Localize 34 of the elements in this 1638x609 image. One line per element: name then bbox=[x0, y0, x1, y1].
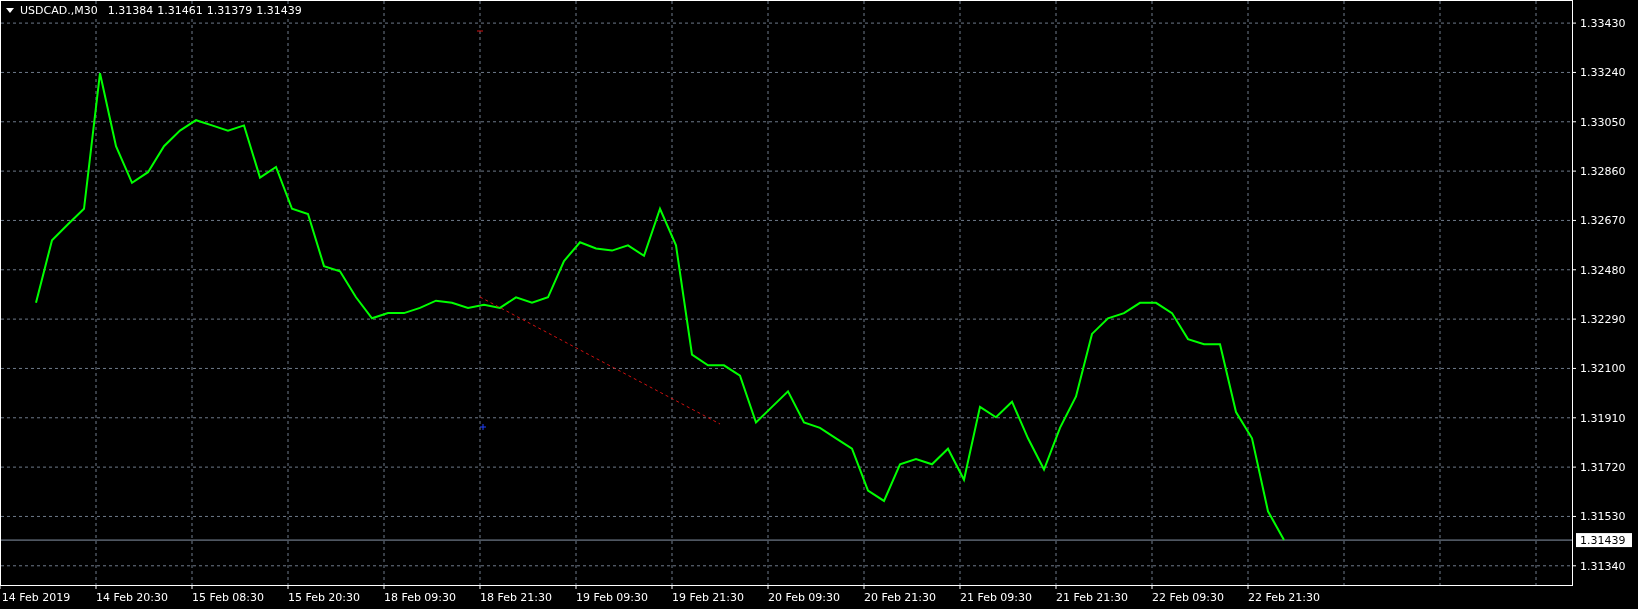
dropdown-triangle-icon[interactable] bbox=[6, 8, 14, 13]
price-axis-label: 1.31910 bbox=[1580, 411, 1626, 425]
quote-value: 1.31384 bbox=[107, 4, 154, 17]
price-axis-label: 1.31530 bbox=[1580, 510, 1626, 524]
time-axis-label: 18 Feb 09:30 bbox=[383, 591, 457, 604]
current-price-label: 1.31439 bbox=[1576, 533, 1632, 548]
time-axis-label: 21 Feb 09:30 bbox=[959, 591, 1033, 604]
time-axis-label: 19 Feb 09:30 bbox=[575, 591, 649, 604]
time-axis-label: 15 Feb 08:30 bbox=[191, 591, 265, 604]
time-axis-label: 19 Feb 21:30 bbox=[671, 591, 745, 604]
price-axis-label: 1.33240 bbox=[1580, 66, 1626, 80]
price-axis-label: 1.31720 bbox=[1580, 461, 1626, 475]
quote-value: 1.31379 bbox=[206, 4, 253, 17]
time-axis-label: 18 Feb 21:30 bbox=[479, 591, 553, 604]
time-axis-label: 22 Feb 09:30 bbox=[1151, 591, 1225, 604]
time-axis-label: 20 Feb 21:30 bbox=[863, 591, 937, 604]
price-axis-label: 1.32100 bbox=[1580, 362, 1626, 376]
time-axis-label: 20 Feb 09:30 bbox=[767, 591, 841, 604]
price-axis-label: 1.32290 bbox=[1580, 313, 1626, 327]
time-axis-label: 15 Feb 20:30 bbox=[287, 591, 361, 604]
price-axis-label: 1.32670 bbox=[1580, 214, 1626, 228]
quote-value: 1.31439 bbox=[256, 4, 302, 17]
time-axis-label: 21 Feb 21:30 bbox=[1055, 591, 1129, 604]
quote-value: 1.31461 bbox=[157, 4, 203, 17]
ref-line-label: 1.31439 bbox=[1580, 534, 1626, 548]
symbol-label: USDCAD.,M30 bbox=[20, 4, 98, 17]
price-axis-label: 1.33430 bbox=[1580, 17, 1626, 31]
time-axis-label: 22 Feb 21:30 bbox=[1247, 591, 1321, 604]
price-axis-label: 1.31340 bbox=[1580, 559, 1626, 573]
price-axis-label: 1.33050 bbox=[1580, 115, 1626, 129]
price-axis-label: 1.32860 bbox=[1580, 165, 1626, 179]
time-axis-label: 14 Feb 20:30 bbox=[95, 591, 169, 604]
price-axis-label: 1.32480 bbox=[1580, 263, 1626, 277]
time-axis-label: 14 Feb 2019 bbox=[1, 591, 71, 604]
